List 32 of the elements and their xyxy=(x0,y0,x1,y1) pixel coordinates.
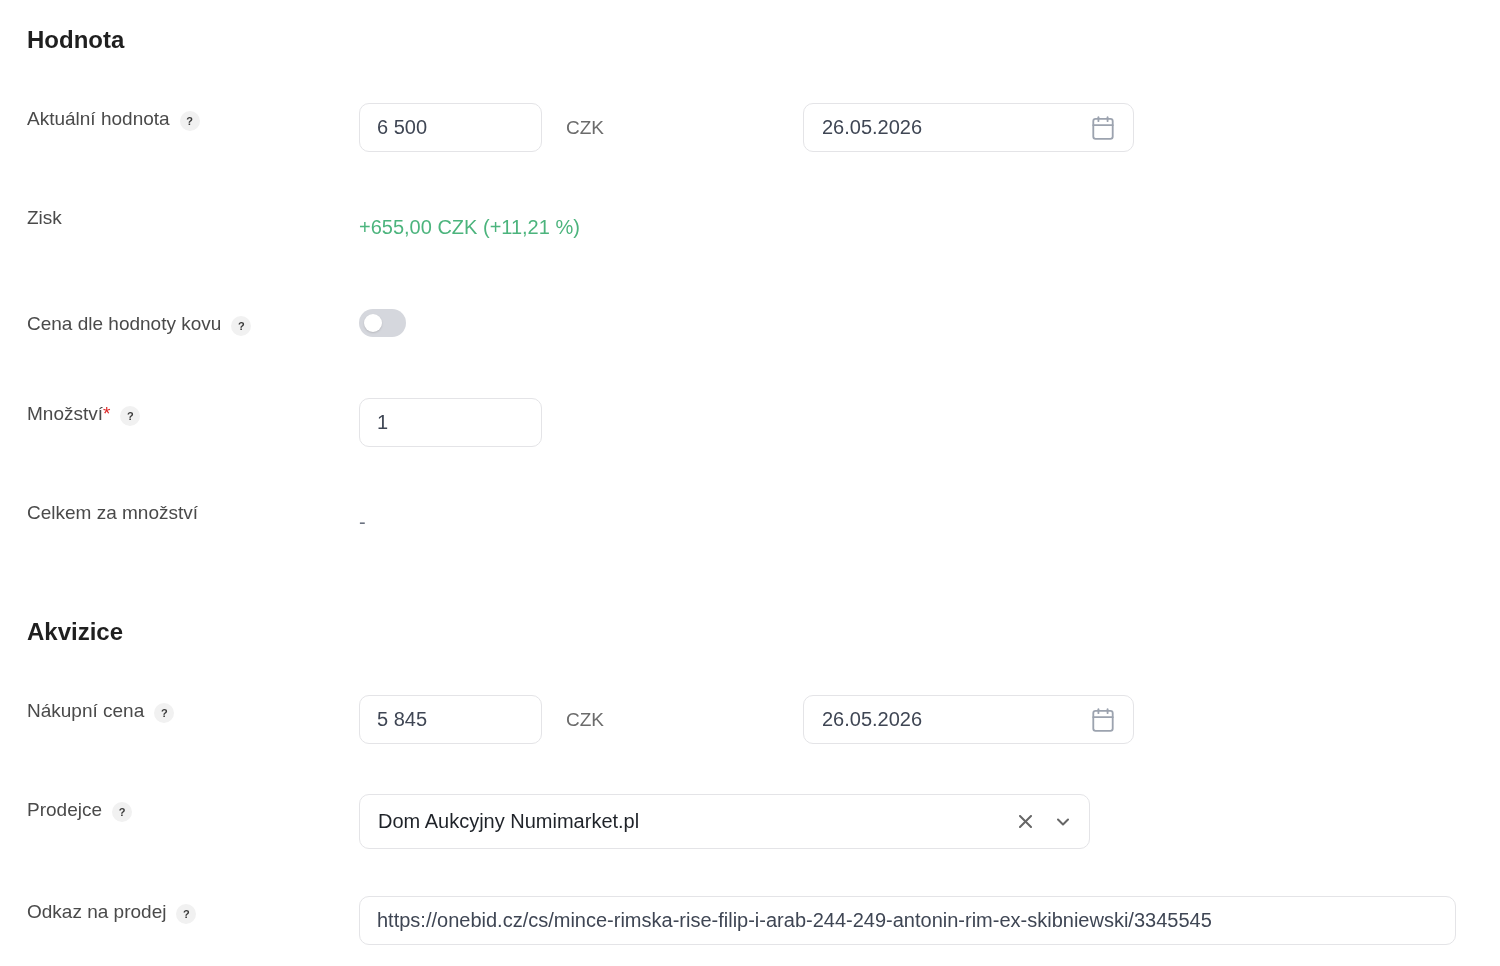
field-label: Odkaz na prodej xyxy=(27,900,167,924)
currency-label: CZK xyxy=(566,116,605,140)
amount-input[interactable]: 5 845 xyxy=(359,695,542,744)
currency-label: CZK xyxy=(566,708,605,732)
help-icon[interactable]: ? xyxy=(154,702,175,723)
help-icon[interactable]: ? xyxy=(120,405,141,426)
computed-value: +655,00 CZK (+11,21 %) xyxy=(359,215,580,239)
url-input[interactable]: https://onebid.cz/cs/mince-rimska-rise-filip-i-arab-244-249-antonin-rim-ex-skibniewski/3345545 xyxy=(359,896,1456,945)
section-heading: Akvizice xyxy=(27,617,124,647)
chevron-down-icon[interactable] xyxy=(1057,817,1069,826)
field-label: Cena dle hodnoty kovu xyxy=(27,312,222,336)
field-label: Množství* xyxy=(27,402,111,426)
toggle-switch[interactable] xyxy=(359,309,406,337)
computed-value: - xyxy=(359,510,366,534)
seller-select[interactable]: Dom Aukcyjny Numimarket.pl xyxy=(359,794,1090,849)
help-icon[interactable]: ? xyxy=(231,315,252,336)
amount-input[interactable]: 6 500 xyxy=(359,103,542,152)
section-heading: Hodnota xyxy=(27,25,125,55)
field-label: Celkem za množství xyxy=(27,501,199,525)
date-field[interactable]: 26.05.2026 xyxy=(803,103,1134,152)
field-label: Zisk xyxy=(27,206,62,230)
quantity-input[interactable]: 1 xyxy=(359,398,542,447)
field-label: Aktuální hodnota xyxy=(27,107,170,131)
calendar-icon[interactable] xyxy=(1092,707,1114,732)
calendar-icon[interactable] xyxy=(1092,115,1114,140)
help-icon[interactable]: ? xyxy=(112,801,132,822)
help-icon[interactable]: ? xyxy=(179,110,200,131)
date-field[interactable]: 26.05.2026 xyxy=(803,695,1134,744)
field-label: Prodejce xyxy=(27,798,102,822)
field-label: Nákupní cena xyxy=(27,699,145,723)
help-icon[interactable]: ? xyxy=(176,903,197,924)
clear-icon[interactable] xyxy=(1019,815,1032,828)
